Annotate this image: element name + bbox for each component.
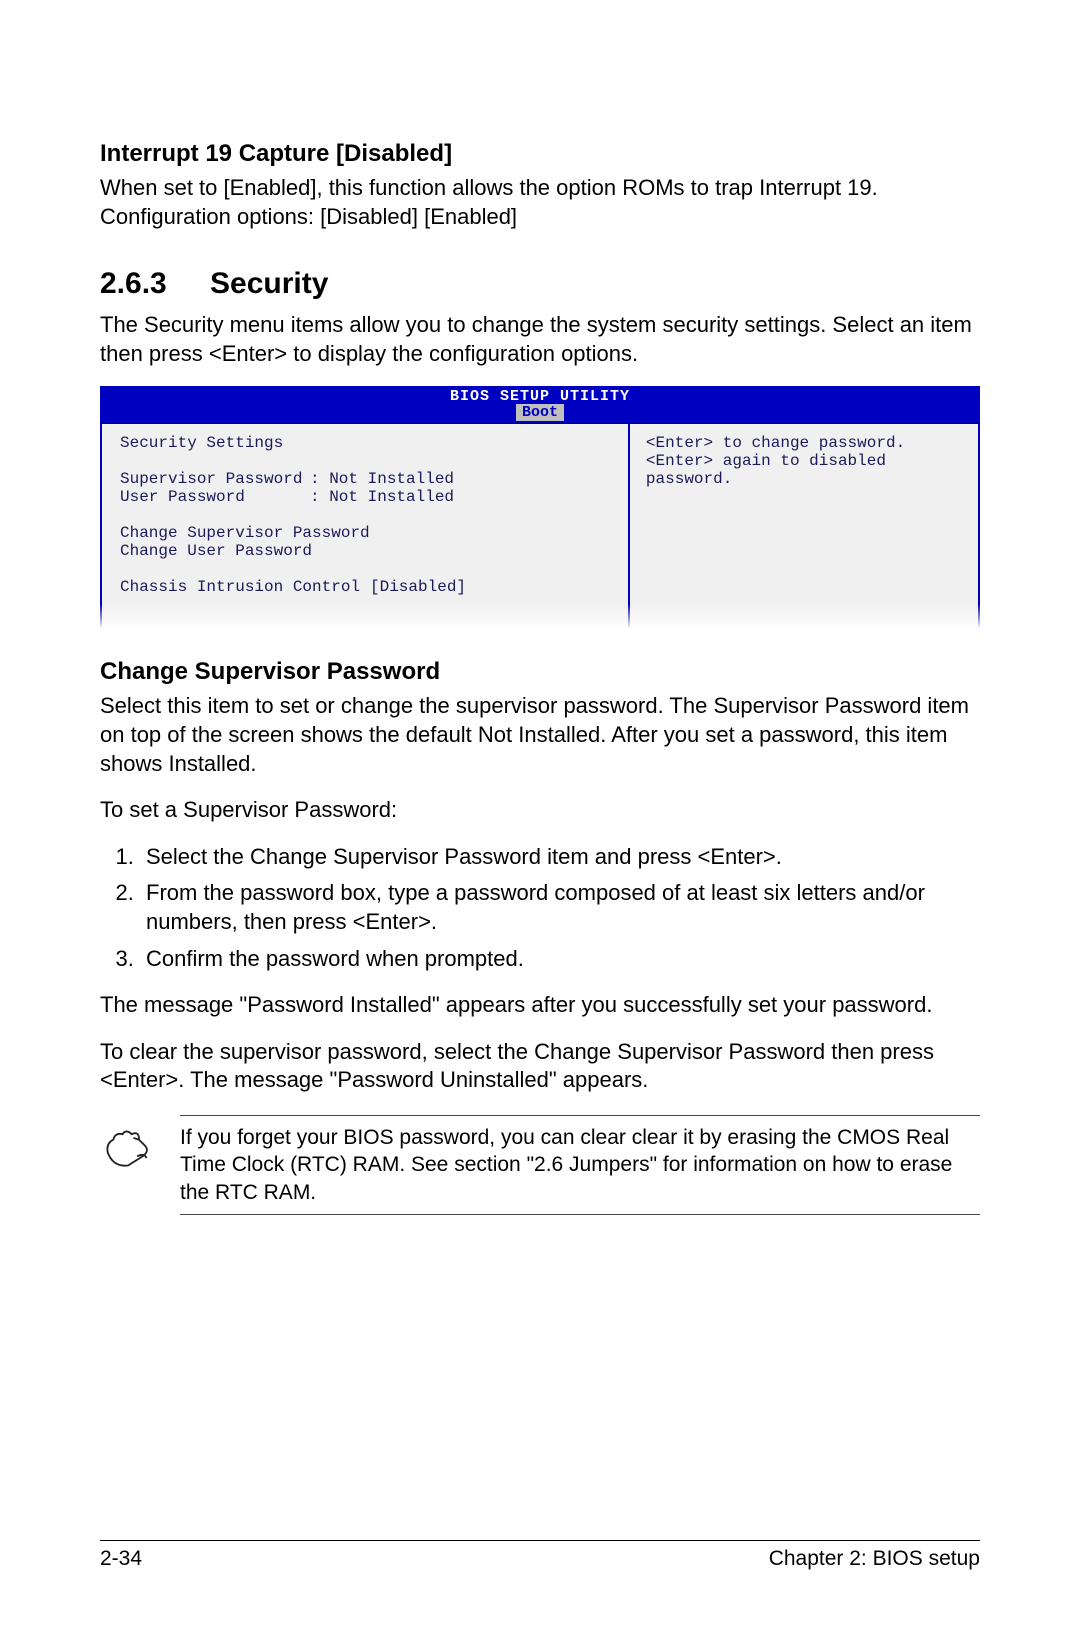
bios-screenshot: BIOS SETUP UTILITY Boot Security Setting… [100,386,980,632]
interrupt19-body: When set to [Enabled], this function all… [100,174,980,231]
bios-row-user: User Password: Not Installed [120,488,454,506]
security-heading: 2.6.3Security [100,267,980,301]
change-supervisor-p1: Select this item to set or change the su… [100,692,980,778]
footer-chapter: Chapter 2: BIOS setup [769,1547,980,1571]
step-2: From the password box, type a password c… [140,879,980,936]
page-footer: 2-34 Chapter 2: BIOS setup [100,1540,980,1571]
step-3: Confirm the password when prompted. [140,945,980,974]
change-supervisor-heading: Change Supervisor Password [100,658,980,686]
bios-tab-boot: Boot [516,404,564,421]
bios-tab-row: Boot [100,405,980,423]
bios-action-supervisor: Change Supervisor Password [120,524,370,542]
supervisor-steps: Select the Change Supervisor Password it… [100,843,980,973]
bios-row-supervisor: Supervisor Password: Not Installed [120,470,454,488]
section-title: Security [210,267,328,300]
security-intro: The Security menu items allow you to cha… [100,311,980,368]
bios-option-chassis: Chassis Intrusion Control[Disabled] [120,578,466,596]
footer-page-number: 2-34 [100,1547,142,1571]
bios-left-panel: Security Settings Supervisor Password: N… [100,424,630,632]
note-block: If you forget your BIOS password, you ca… [100,1115,980,1215]
change-supervisor-p4: To clear the supervisor password, select… [100,1038,980,1095]
bios-body: Security Settings Supervisor Password: N… [100,423,980,632]
section-number: 2.6.3 [100,267,210,301]
step-1: Select the Change Supervisor Password it… [140,843,980,872]
bios-action-user: Change User Password [120,542,312,560]
interrupt19-heading: Interrupt 19 Capture [Disabled] [100,140,980,168]
bios-left-heading: Security Settings [120,434,283,452]
change-supervisor-p3: The message "Password Installed" appears… [100,991,980,1020]
change-supervisor-p2: To set a Supervisor Password: [100,796,980,825]
manual-page: Interrupt 19 Capture [Disabled] When set… [0,0,1080,1627]
bios-title: BIOS SETUP UTILITY [100,386,980,405]
bios-right-panel: <Enter> to change password. <Enter> agai… [630,424,980,632]
note-text: If you forget your BIOS password, you ca… [180,1115,980,1215]
hand-note-icon [100,1115,180,1176]
